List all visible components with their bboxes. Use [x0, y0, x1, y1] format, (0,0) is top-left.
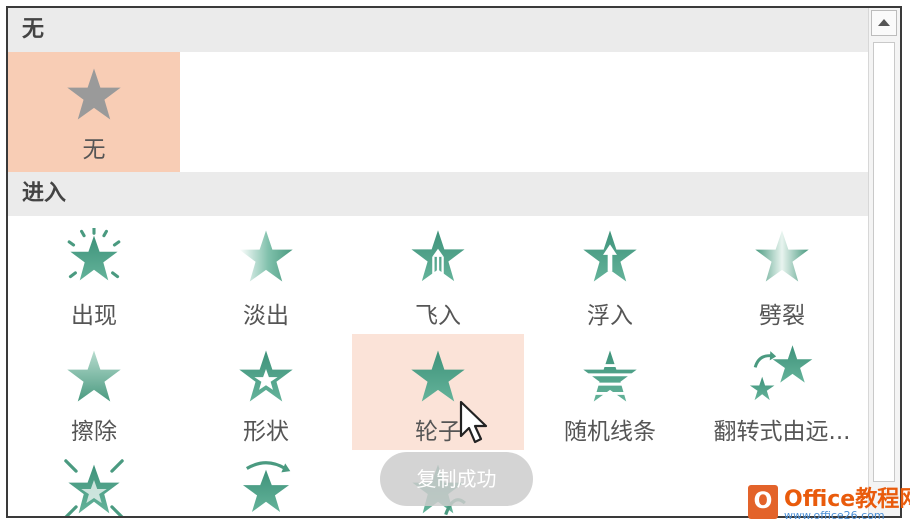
- animation-shape[interactable]: 形状: [180, 334, 352, 450]
- animation-wipe[interactable]: 擦除: [8, 334, 180, 450]
- animation-gallery: 无 无 进入 出现 淡出 飞入 浮入 劈裂 擦除 形状 轮子 随机线条 翻转式由…: [6, 6, 902, 518]
- animation-fade[interactable]: 淡出: [180, 216, 352, 334]
- animation-zoom[interactable]: [8, 450, 180, 516]
- gallery-content: 无 无 进入 出现 淡出 飞入 浮入 劈裂 擦除 形状 轮子 随机线条 翻转式由…: [8, 8, 870, 516]
- fade-star-icon: [239, 230, 293, 282]
- animation-label: 形状: [243, 419, 289, 445]
- copy-success-toast: 复制成功: [380, 452, 533, 506]
- shape-star-icon: [239, 350, 293, 402]
- vertical-scrollbar[interactable]: [868, 8, 900, 516]
- section-header-none: 无: [8, 8, 870, 52]
- star-icon: [67, 68, 121, 120]
- scroll-thumb[interactable]: [873, 42, 895, 482]
- watermark: O Office教程网 www.office26.com: [740, 477, 910, 527]
- office-logo-icon: O: [748, 485, 778, 519]
- random-bars-star-icon: [581, 350, 639, 402]
- animation-label: 淡出: [243, 303, 289, 329]
- animation-split[interactable]: 劈裂: [696, 216, 868, 334]
- appear-star-icon: [67, 228, 121, 281]
- fly-in-star-icon: [411, 230, 465, 288]
- section-header-entrance: 进入: [8, 172, 870, 216]
- mouse-pointer-icon: [459, 400, 488, 444]
- watermark-url: www.office26.com: [784, 509, 885, 522]
- split-star-icon: [755, 230, 809, 282]
- animation-none[interactable]: 无: [8, 52, 180, 172]
- animation-grow-turn[interactable]: 翻转式由远...: [696, 334, 868, 450]
- animation-swivel[interactable]: [180, 450, 352, 516]
- animation-label: 无: [82, 137, 106, 163]
- animation-fly-in[interactable]: 飞入: [352, 216, 524, 334]
- animation-label: 翻转式由远...: [713, 419, 851, 445]
- float-in-star-icon: [583, 230, 637, 282]
- animation-random-bars[interactable]: 随机线条: [524, 334, 696, 450]
- animation-label: 随机线条: [564, 419, 656, 445]
- animation-label: 浮入: [587, 303, 633, 329]
- animation-appear[interactable]: 出现: [8, 216, 180, 334]
- wipe-star-icon: [67, 350, 121, 402]
- grow-turn-stars-icon: [749, 345, 813, 401]
- animation-label: 劈裂: [759, 303, 805, 329]
- animation-label: 擦除: [71, 419, 117, 445]
- zoom-star-icon: [64, 459, 124, 516]
- animation-label: 飞入: [415, 303, 461, 329]
- swivel-star-icon: [242, 461, 291, 513]
- animation-wheel[interactable]: 轮子: [352, 334, 524, 450]
- wheel-star-icon: [411, 350, 465, 402]
- animation-label: 出现: [71, 303, 117, 329]
- chevron-up-icon[interactable]: [871, 10, 897, 36]
- animation-float-in[interactable]: 浮入: [524, 216, 696, 334]
- animation-label: 轮子: [415, 419, 461, 445]
